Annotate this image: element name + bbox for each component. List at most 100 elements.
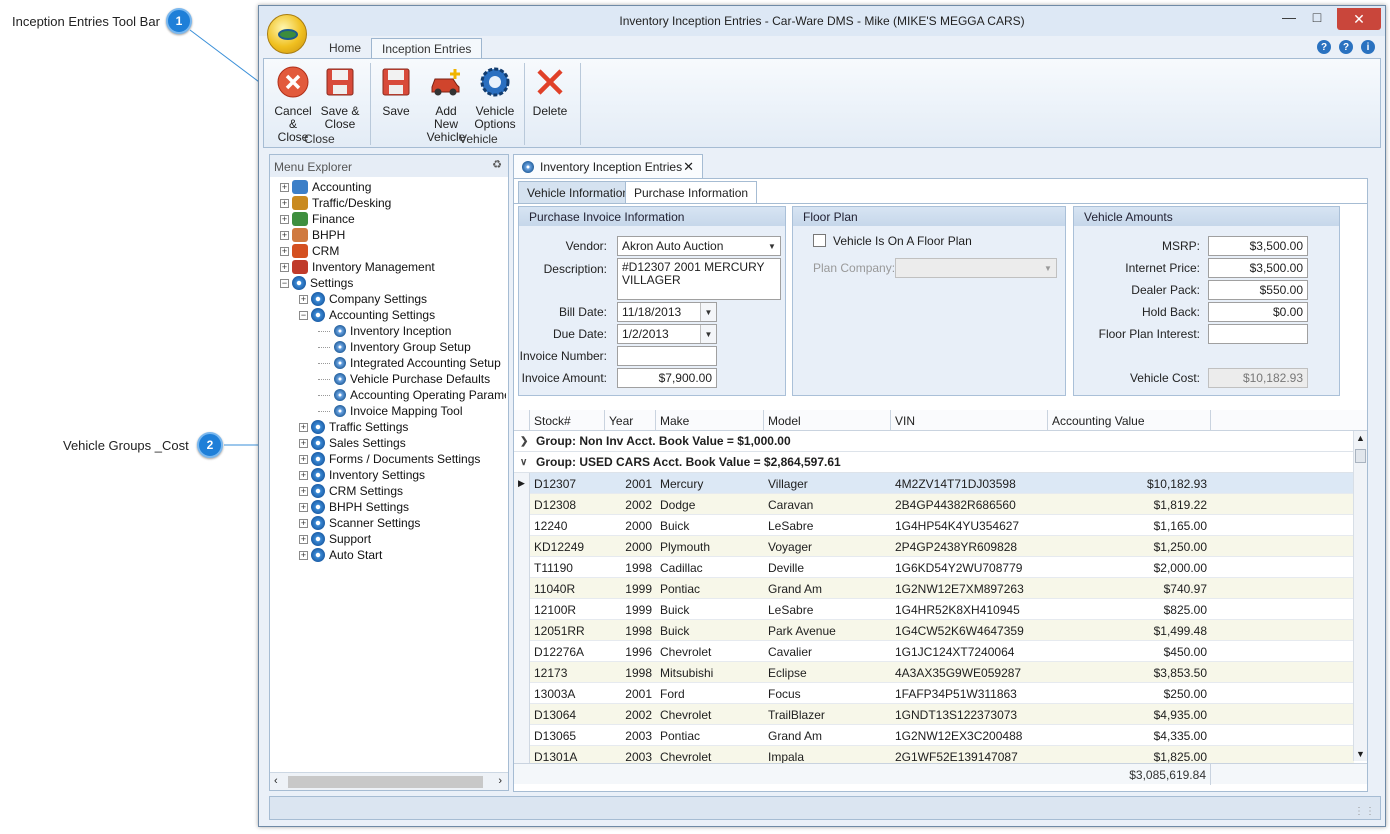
table-row[interactable]: 12051RR 1998 Buick Park Avenue 1G4CW52K6W464… xyxy=(514,620,1354,641)
chevron-down-icon[interactable]: ▼ xyxy=(1040,259,1056,277)
table-row[interactable]: ▶ D12307 2001 Mercury Villager 4M2ZV14T71DJ03… xyxy=(514,473,1354,494)
tab-vehicle-information[interactable]: Vehicle Information xyxy=(518,181,639,203)
group-row[interactable]: ∨ Group: USED CARS Acct. Book Value = $2… xyxy=(514,452,1354,473)
menu-item-crm-settings[interactable]: + CRM Settings xyxy=(299,483,403,499)
help-chat-icon[interactable]: ? xyxy=(1339,40,1353,54)
table-row[interactable]: T11190 1998 Cadillac Deville 1G6KD54Y2WU7087… xyxy=(514,557,1354,578)
col-vin[interactable]: VIN xyxy=(891,410,1048,431)
invoice-amount-field[interactable]: $7,900.00 xyxy=(617,368,717,388)
help-icon[interactable]: ? xyxy=(1317,40,1331,54)
menu-item-traffic-settings[interactable]: + Traffic Settings xyxy=(299,419,408,435)
col-model[interactable]: Model xyxy=(764,410,891,431)
collapse-icon[interactable]: − xyxy=(280,278,289,288)
floor-plan-checkbox[interactable] xyxy=(813,234,826,247)
menu-item-inventory-group-setup[interactable]: Inventory Group Setup xyxy=(318,339,471,355)
expand-icon[interactable]: + xyxy=(299,294,308,304)
dealer-pack-field[interactable]: $550.00 xyxy=(1208,280,1308,300)
bill-date-field[interactable]: 11/18/2013 ▼ xyxy=(617,302,717,322)
floor-plan-interest-field[interactable] xyxy=(1208,324,1308,344)
menu-item-bhph[interactable]: + BHPH xyxy=(280,227,345,243)
menu-item-accounting-settings[interactable]: − Accounting Settings xyxy=(299,307,435,323)
table-row[interactable]: D12276A 1996 Chevrolet Cavalier 1G1JC124XT72… xyxy=(514,641,1354,662)
table-row[interactable]: D13064 2002 Chevrolet TrailBlazer 1GNDT13S12… xyxy=(514,704,1354,725)
about-icon[interactable]: i xyxy=(1361,40,1375,54)
menu-item-invoice-mapping-tool[interactable]: Invoice Mapping Tool xyxy=(318,403,463,419)
menu-item-auto-start[interactable]: + Auto Start xyxy=(299,547,382,563)
col-make[interactable]: Make xyxy=(656,410,764,431)
table-row[interactable]: 11040R 1999 Pontiac Grand Am 1G2NW12E7XM8972… xyxy=(514,578,1354,599)
internet-price-field[interactable]: $3,500.00 xyxy=(1208,258,1308,278)
minimize-button[interactable]: — xyxy=(1275,6,1303,28)
menu-item-inventory-settings[interactable]: + Inventory Settings xyxy=(299,467,425,483)
scroll-thumb[interactable] xyxy=(288,776,483,788)
menu-item-traffic-desking[interactable]: + Traffic/Desking xyxy=(280,195,391,211)
doc-tab-inventory-inception[interactable]: Inventory Inception Entries ✕ xyxy=(513,154,703,178)
expand-icon[interactable]: + xyxy=(299,422,308,432)
maximize-button[interactable]: □ xyxy=(1303,6,1331,28)
expand-icon[interactable]: + xyxy=(280,246,289,256)
col-accounting-value[interactable]: Accounting Value xyxy=(1048,410,1211,431)
menu-item-crm[interactable]: + CRM xyxy=(280,243,339,259)
msrp-field[interactable]: $3,500.00 xyxy=(1208,236,1308,256)
menu-item-scanner-settings[interactable]: + Scanner Settings xyxy=(299,515,420,531)
invoice-number-field[interactable] xyxy=(617,346,717,366)
chevron-down-icon[interactable]: ▼ xyxy=(700,303,716,321)
expand-icon[interactable]: + xyxy=(280,182,289,192)
expand-icon[interactable]: + xyxy=(299,438,308,448)
expand-icon[interactable]: + xyxy=(299,518,308,528)
scroll-thumb[interactable] xyxy=(1355,449,1366,463)
menu-item-support[interactable]: + Support xyxy=(299,531,371,547)
menu-item-inventory-management[interactable]: + Inventory Management xyxy=(280,259,435,275)
save-close-button[interactable]: Save & Close xyxy=(318,65,362,131)
menu-item-forms-documents-settings[interactable]: + Forms / Documents Settings xyxy=(299,451,480,467)
expand-icon[interactable]: + xyxy=(280,214,289,224)
plan-company-select[interactable]: ▼ xyxy=(895,258,1057,278)
table-row[interactable]: 12173 1998 Mitsubishi Eclipse 4A3AX35G9WE059… xyxy=(514,662,1354,683)
grid-vertical-scrollbar[interactable]: ▲ ▼ xyxy=(1353,431,1367,761)
expand-icon[interactable]: + xyxy=(299,502,308,512)
group-row[interactable]: ❯ Group: Non Inv Acct. Book Value = $1,0… xyxy=(514,431,1354,452)
chevron-down-icon[interactable]: ▼ xyxy=(764,237,780,255)
resize-grip-icon[interactable]: ⋮⋮ xyxy=(1354,806,1376,817)
menu-item-company-settings[interactable]: + Company Settings xyxy=(299,291,427,307)
expand-icon[interactable]: + xyxy=(299,454,308,464)
menu-item-vehicle-purchase-defaults[interactable]: Vehicle Purchase Defaults xyxy=(318,371,490,387)
menu-item-sales-settings[interactable]: + Sales Settings xyxy=(299,435,406,451)
menu-item-finance[interactable]: + Finance xyxy=(280,211,355,227)
close-window-button[interactable]: ✕ xyxy=(1337,8,1381,30)
menu-item-accounting[interactable]: + Accounting xyxy=(280,179,371,195)
menu-item-bhph-settings[interactable]: + BHPH Settings xyxy=(299,499,409,515)
col-year[interactable]: Year xyxy=(605,410,656,431)
pin-icon[interactable]: ♻ xyxy=(492,158,502,171)
close-tab-icon[interactable]: ✕ xyxy=(683,159,694,175)
table-row[interactable]: KD12249 2000 Plymouth Voyager 2P4GP2438YR609… xyxy=(514,536,1354,557)
expand-icon[interactable]: + xyxy=(280,262,289,272)
tab-purchase-information[interactable]: Purchase Information xyxy=(625,181,758,203)
expand-icon[interactable]: + xyxy=(280,198,289,208)
expand-icon[interactable]: + xyxy=(299,486,308,496)
col-stock[interactable]: Stock# xyxy=(530,410,605,431)
menu-item-integrated-accounting-setup[interactable]: Integrated Accounting Setup xyxy=(318,355,501,371)
tab-home[interactable]: Home xyxy=(319,38,371,58)
table-row[interactable]: D13065 2003 Pontiac Grand Am 1G2NW12EX3C2004… xyxy=(514,725,1354,746)
expand-icon[interactable]: + xyxy=(280,230,289,240)
tab-inception-entries[interactable]: Inception Entries xyxy=(371,38,483,58)
table-row[interactable]: D12308 2002 Dodge Caravan 2B4GP44382R686560 $… xyxy=(514,494,1354,515)
description-field[interactable]: #D12307 2001 MERCURY VILLAGER xyxy=(617,258,781,300)
menu-item-accounting-operating-parameter[interactable]: Accounting Operating Parameter xyxy=(318,387,506,403)
table-row[interactable]: 12100R 1999 Buick LeSabre 1G4HR52K8XH410945 $… xyxy=(514,599,1354,620)
delete-button[interactable]: Delete xyxy=(530,65,570,118)
table-row[interactable]: 13003A 2001 Ford Focus 1FAFP34P51W311863 $250… xyxy=(514,683,1354,704)
expand-icon[interactable]: + xyxy=(299,550,308,560)
due-date-field[interactable]: 1/2/2013 ▼ xyxy=(617,324,717,344)
menu-horizontal-scrollbar[interactable]: ‹ › xyxy=(270,772,508,790)
hold-back-field[interactable]: $0.00 xyxy=(1208,302,1308,322)
vehicle-options-button[interactable]: Vehicle Options xyxy=(474,65,516,131)
menu-item-inventory-inception[interactable]: Inventory Inception xyxy=(318,323,451,339)
vendor-select[interactable]: Akron Auto Auction ▼ xyxy=(617,236,781,256)
expand-icon[interactable]: + xyxy=(299,470,308,480)
expand-icon[interactable]: + xyxy=(299,534,308,544)
table-row[interactable]: 12240 2000 Buick LeSabre 1G4HP54K4YU354627 $1… xyxy=(514,515,1354,536)
chevron-down-icon[interactable]: ▼ xyxy=(700,325,716,343)
collapse-icon[interactable]: − xyxy=(299,310,308,320)
